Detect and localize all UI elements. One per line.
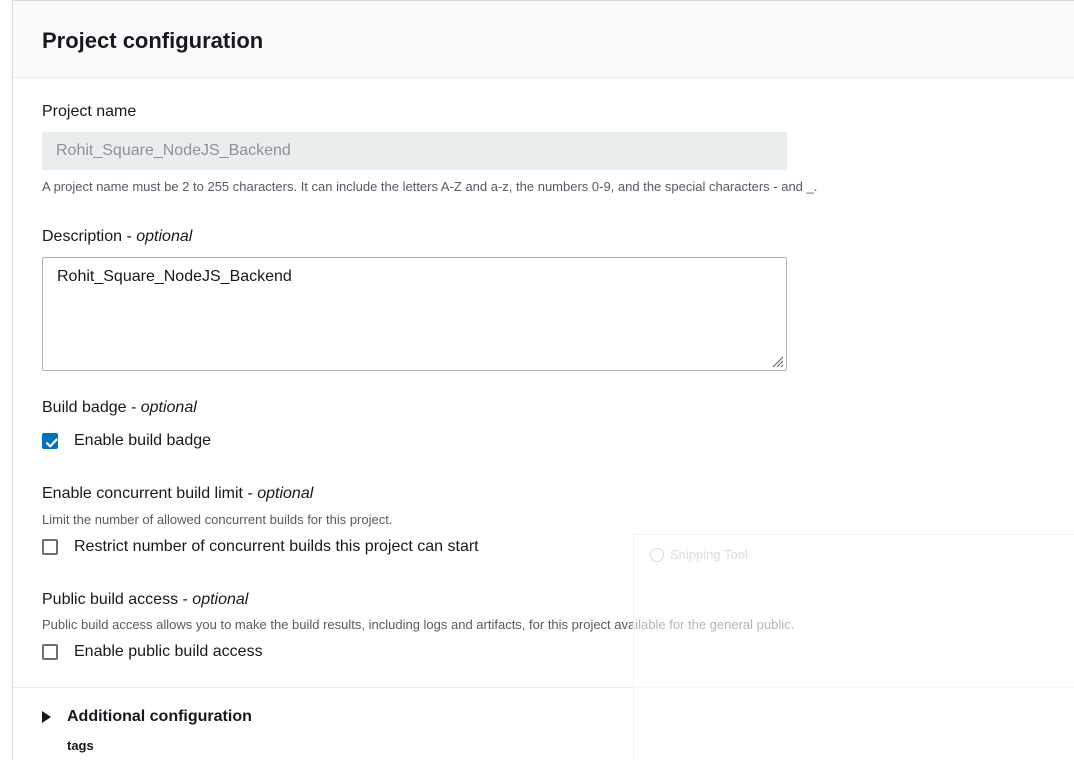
optional-tag: optional bbox=[140, 399, 197, 416]
enable-public-access-checkbox[interactable] bbox=[42, 644, 58, 660]
public-access-label-text: Public build access - bbox=[42, 591, 193, 608]
public-access-label: Public build access - optional bbox=[42, 591, 248, 609]
panel-title: Project configuration bbox=[42, 28, 264, 53]
description-label-text: Description - bbox=[42, 228, 137, 245]
build-badge-label-text: Build badge - bbox=[42, 399, 141, 416]
project-name-input: Rohit_Square_NodeJS_Backend bbox=[42, 132, 787, 170]
enable-build-badge-checkbox[interactable] bbox=[42, 433, 58, 449]
build-badge-label: Build badge - optional bbox=[42, 399, 197, 417]
resize-grip-icon[interactable] bbox=[770, 354, 784, 368]
description-textarea[interactable]: Rohit_Square_NodeJS_Backend bbox=[42, 257, 787, 371]
project-name-label: Project name bbox=[42, 103, 137, 120]
restrict-concurrent-builds-option[interactable]: Restrict number of concurrent builds thi… bbox=[42, 536, 479, 558]
restrict-concurrent-builds-label: Restrict number of concurrent builds thi… bbox=[74, 538, 479, 555]
snipping-tool-title: Snipping Tool bbox=[650, 547, 748, 562]
scissors-icon bbox=[650, 547, 664, 562]
description-value: Rohit_Square_NodeJS_Backend bbox=[57, 268, 292, 285]
optional-tag: optional bbox=[192, 591, 249, 608]
checkmark-icon bbox=[45, 438, 58, 448]
enable-build-badge-label: Enable build badge bbox=[74, 432, 212, 449]
optional-tag: optional bbox=[136, 228, 193, 245]
enable-public-access-option[interactable]: Enable public build access bbox=[42, 641, 263, 663]
snipping-tool-overlay: Snipping Tool bbox=[633, 534, 1074, 760]
project-name-hint: A project name must be 2 to 255 characte… bbox=[42, 179, 818, 194]
snipping-tool-title-text: Snipping Tool bbox=[670, 547, 748, 562]
enable-build-badge-option[interactable]: Enable build badge bbox=[42, 430, 211, 452]
caret-right-icon bbox=[42, 711, 51, 723]
additional-configuration-sublabel: tags bbox=[67, 738, 94, 753]
additional-configuration-label: Additional configuration bbox=[67, 708, 252, 725]
additional-configuration-expander[interactable]: Additional configuration bbox=[42, 708, 252, 726]
restrict-concurrent-builds-checkbox[interactable] bbox=[42, 539, 58, 555]
concurrent-limit-hint: Limit the number of allowed concurrent b… bbox=[42, 512, 393, 527]
enable-public-access-label: Enable public build access bbox=[74, 643, 263, 660]
concurrent-limit-label-text: Enable concurrent build limit - bbox=[42, 485, 258, 502]
page: Project configuration Project name Rohit… bbox=[0, 0, 1074, 760]
concurrent-limit-label: Enable concurrent build limit - optional bbox=[42, 485, 313, 503]
description-label: Description - optional bbox=[42, 228, 192, 246]
optional-tag: optional bbox=[257, 485, 314, 502]
